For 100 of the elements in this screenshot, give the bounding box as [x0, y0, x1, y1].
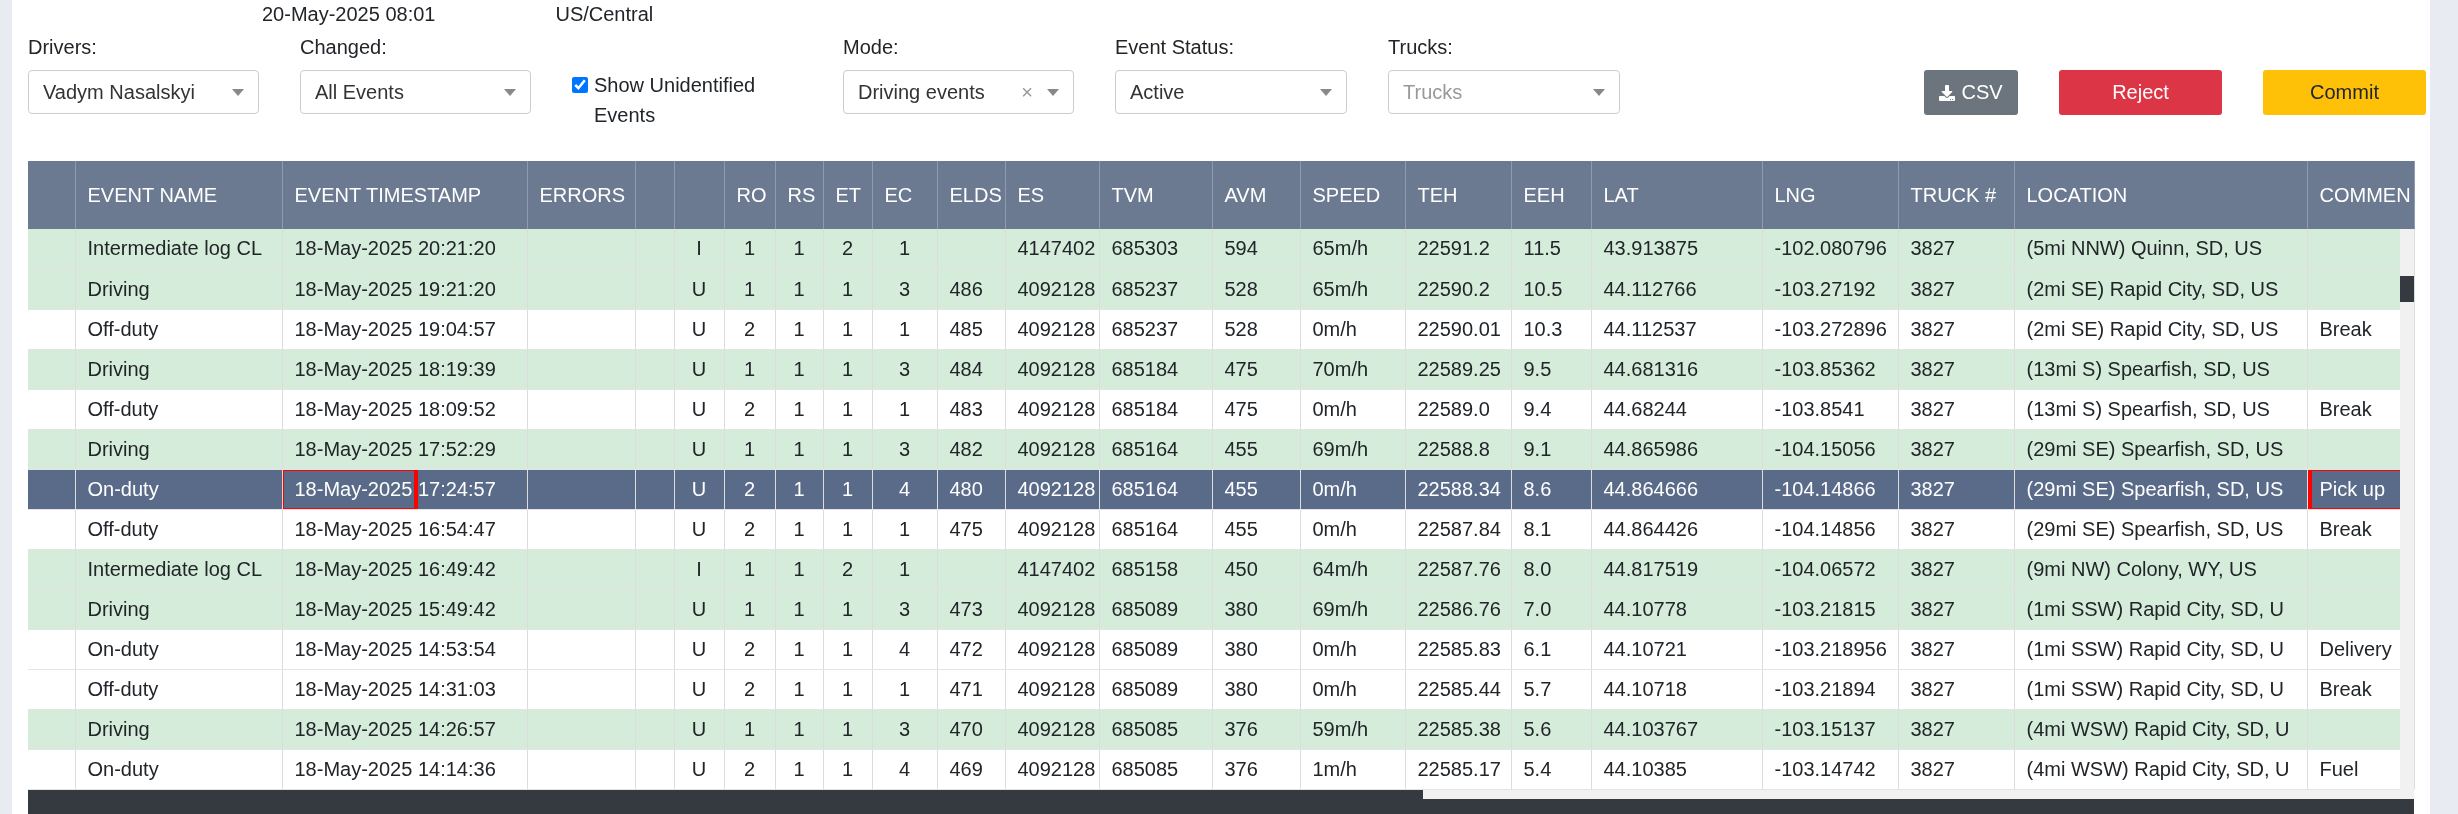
table-cell: 70m/h — [1312, 357, 1369, 380]
column-header[interactable]: RO — [724, 161, 775, 229]
table-cell: 22589.25 — [1417, 357, 1501, 380]
table-cell: 455 — [1224, 477, 1258, 500]
table-cell: (13mi S) Spearfish, SD, US — [2026, 397, 2270, 420]
table-cell: 18-May-2025 19:04:57 — [294, 317, 496, 340]
table-cell: 4092128 — [1017, 437, 1096, 460]
table-cell: 3 — [898, 437, 911, 460]
table-cell: 6.1 — [1523, 637, 1552, 660]
column-header[interactable]: COMMEN — [2307, 161, 2414, 229]
table-cell: 484 — [949, 357, 983, 380]
column-header[interactable]: AVM — [1212, 161, 1300, 229]
select-field[interactable]: Trucks — [1388, 70, 1620, 114]
column-header[interactable]: LAT — [1591, 161, 1762, 229]
column-header[interactable]: TRUCK # — [1898, 161, 2014, 229]
table-cell: 0m/h — [1312, 477, 1357, 500]
column-header[interactable]: ET — [823, 161, 872, 229]
table-row[interactable]: Off-duty 18-May-2025 18:09:52 U 2 1 1 1 483 4092128 685184 475 0m/h 22589.0 9.4 44.68244 -103.8541 3827 (13mi S) Spearfish, SD, US Break — [28, 389, 2414, 429]
table-cell: 4092128 — [1017, 317, 1096, 340]
table-cell: 3827 — [1910, 717, 1955, 740]
table-cell: 2 — [743, 397, 756, 420]
table-cell: 1 — [793, 597, 805, 620]
table-row[interactable]: Off-duty 18-May-2025 16:54:47 U 2 1 1 1 475 4092128 685164 455 0m/h 22587.84 8.1 44.864426 -104.14856 3827 (29mi SE) Spearfish, SD, US Break — [28, 509, 2414, 549]
table-row[interactable]: Driving 18-May-2025 18:19:39 U 1 1 1 3 484 4092128 685184 475 70m/h 22589.25 9.5 44.681316 -103.85362 3827 (13mi S) Spearfish, SD, US — [28, 349, 2414, 389]
table-cell: 44.10721 — [1603, 637, 1687, 660]
table-row[interactable]: Off-duty 18-May-2025 14:31:03 U 2 1 1 1 471 4092128 685089 380 0m/h 22585.44 5.7 44.10718 -103.21894 3827 (1mi SSW) Rapid City, SD, U Break — [28, 669, 2414, 709]
table-cell: Fuel — [2319, 757, 2359, 780]
table-cell: -103.15137 — [1774, 717, 1876, 740]
table-row[interactable]: On-duty 18-May-2025 17:24:57 U 2 1 1 4 480 4092128 685164 455 0m/h 22588.34 8.6 44.864666 -104.14866 3827 (29mi SE) Spearfish, SD, US Pick up — [28, 469, 2414, 509]
table-cell: 475 — [1224, 357, 1258, 380]
table-cell: U — [691, 437, 707, 460]
table-cell: 471 — [949, 677, 983, 700]
column-header[interactable]: LNG — [1762, 161, 1898, 229]
table-cell: 22590.01 — [1417, 317, 1501, 340]
table-cell: 8.0 — [1523, 557, 1552, 580]
table-row[interactable]: Driving 18-May-2025 17:52:29 U 1 1 1 3 482 4092128 685164 455 69m/h 22588.8 9.1 44.865986 -104.15056 3827 (29mi SE) Spearfish, SD, US — [28, 429, 2414, 469]
table-cell: 44.817519 — [1603, 557, 1699, 580]
table-row[interactable]: Driving 18-May-2025 15:49:42 U 1 1 1 3 473 4092128 685089 380 69m/h 22586.76 7.0 44.10778 -103.21815 3827 (1mi SSW) Rapid City, SD, U — [28, 589, 2414, 629]
csv-button[interactable]: CSV — [1924, 70, 2018, 115]
column-header[interactable]: RS — [775, 161, 823, 229]
table-cell: Intermediate log CL — [87, 557, 263, 580]
table-cell: 3827 — [1910, 397, 1955, 420]
table-cell: 4092128 — [1017, 357, 1096, 380]
table-cell: 1 — [898, 397, 911, 420]
select-field[interactable]: Vadym Nasalskyi — [28, 70, 259, 114]
reject-button[interactable]: Reject — [2059, 70, 2222, 115]
table-row[interactable]: On-duty 18-May-2025 14:53:54 U 2 1 1 4 472 4092128 685089 380 0m/h 22585.83 6.1 44.10721 -103.218956 3827 (1mi SSW) Rapid City, SD, U Delivery — [28, 629, 2414, 669]
column-header[interactable]: TVM — [1099, 161, 1212, 229]
table-cell: 18-May-2025 15:49:42 — [294, 597, 496, 620]
table-cell: 5.7 — [1523, 677, 1552, 700]
table-cell: 1 — [793, 477, 805, 500]
select-field[interactable]: Active — [1115, 70, 1347, 114]
column-header[interactable]: ERRORS — [527, 161, 635, 229]
table-row[interactable]: Driving 18-May-2025 14:26:57 U 1 1 1 3 470 4092128 685085 376 59m/h 22585.38 5.6 44.103767 -103.15137 3827 (4mi WSW) Rapid City, SD, U — [28, 709, 2414, 749]
table-cell: 69m/h — [1312, 597, 1369, 620]
table-row[interactable]: On-duty 18-May-2025 14:14:36 U 2 1 1 4 469 4092128 685085 376 1m/h 22585.17 5.4 44.10385 -103.14742 3827 (4mi WSW) Rapid City, SD, U Fuel — [28, 749, 2414, 789]
table-cell: 1 — [841, 357, 854, 380]
table-cell: Driving — [87, 277, 150, 300]
table-cell: 685089 — [1111, 597, 1179, 620]
table-cell: 380 — [1224, 637, 1258, 660]
table-cell: 1 — [898, 557, 911, 580]
table-row[interactable]: Intermediate log CL 18-May-2025 16:49:42 I 1 1 2 1 4147402 685158 450 64m/h 22587.76 8.0 44.817519 -104.06572 3827 (9mi NW) Colony, WY, US — [28, 549, 2414, 589]
table-cell: (2mi SE) Rapid City, SD, US — [2026, 317, 2279, 340]
table-cell: 485 — [949, 317, 983, 340]
table-cell: 1 — [793, 397, 805, 420]
table-row[interactable]: Off-duty 18-May-2025 19:04:57 U 2 1 1 1 485 4092128 685237 528 0m/h 22590.01 10.3 44.112537 -103.272896 3827 (2mi SE) Rapid City, SD, US Break — [28, 309, 2414, 349]
table-cell: -103.218956 — [1774, 637, 1887, 660]
commit-button[interactable]: Commit — [2263, 70, 2426, 115]
table-cell: 1 — [898, 317, 911, 340]
table-cell: 1 — [841, 317, 854, 340]
select-field[interactable]: All Events — [300, 70, 531, 114]
table-cell: 69m/h — [1312, 437, 1369, 460]
column-header[interactable]: ES — [1005, 161, 1099, 229]
table-cell: U — [691, 397, 707, 420]
column-header[interactable]: TEH — [1405, 161, 1511, 229]
table-cell: 685089 — [1111, 637, 1179, 660]
column-header[interactable]: EVENT NAME — [75, 161, 282, 229]
column-header[interactable]: EEH — [1511, 161, 1591, 229]
select-field[interactable]: Driving events × — [843, 70, 1074, 114]
table-cell: 3827 — [1910, 637, 1955, 660]
table-cell: 18-May-2025 14:31:03 — [294, 677, 496, 700]
table-cell: 44.10385 — [1603, 757, 1687, 780]
table-cell: 1 — [743, 277, 756, 300]
table-cell: 18-May-2025 20:21:20 — [294, 237, 496, 260]
table-cell: Pick up — [2319, 477, 2386, 500]
column-header[interactable]: SPEED — [1300, 161, 1405, 229]
table-cell: 8.1 — [1523, 517, 1552, 540]
column-header[interactable]: ELDS — [937, 161, 1005, 229]
table-cell: 22589.0 — [1417, 397, 1490, 420]
table-cell: 469 — [949, 757, 983, 780]
column-header[interactable]: EC — [872, 161, 937, 229]
table-cell: Break — [2319, 317, 2372, 340]
column-header[interactable]: EVENT TIMESTAMP — [282, 161, 527, 229]
table-cell: U — [691, 677, 707, 700]
table-cell: 3 — [898, 717, 911, 740]
timezone-text: US/Central — [555, 2, 654, 24]
table-cell: 22585.38 — [1417, 717, 1501, 740]
column-header[interactable]: LOCATION — [2014, 161, 2307, 229]
table-row[interactable]: Driving 18-May-2025 19:21:20 U 1 1 1 3 486 4092128 685237 528 65m/h 22590.2 10.5 44.112766 -103.27192 3827 (2mi SE) Rapid City, SD, US — [28, 269, 2414, 309]
table-row[interactable]: Intermediate log CL 18-May-2025 20:21:20 I 1 1 2 1 4147402 685303 594 65m/h 22591.2 11.5 43.913875 -102.080796 3827 (5mi NNW) Quinn, SD, US — [28, 229, 2414, 269]
